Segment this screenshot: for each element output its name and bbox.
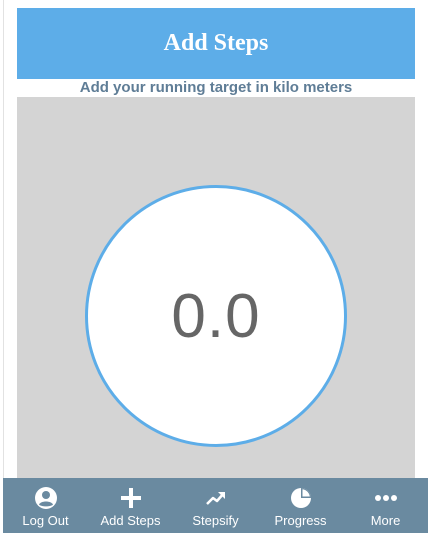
tab-progress[interactable]: Progress — [258, 478, 343, 533]
plus-icon — [119, 486, 143, 510]
tab-label: Log Out — [22, 513, 69, 528]
user-icon — [34, 486, 58, 510]
instruction-text: Add your running target in kilo meters — [79, 79, 353, 96]
left-divider — [3, 0, 4, 478]
target-panel: 0.0 — [17, 97, 415, 478]
more-icon — [374, 486, 398, 510]
tab-label: Stepsify — [192, 513, 239, 528]
target-value: 0.0 — [171, 281, 261, 351]
trending-up-icon — [204, 486, 228, 510]
tab-stepsify[interactable]: Stepsify — [173, 478, 258, 533]
page-header: Add Steps — [17, 8, 415, 79]
tab-label: More — [370, 513, 401, 528]
tab-more[interactable]: More — [343, 478, 428, 533]
target-dial[interactable]: 0.0 — [85, 185, 347, 447]
bottom-tab-bar: Log Out Add Steps Stepsify Progress More — [3, 478, 428, 533]
pie-chart-icon — [289, 486, 313, 510]
tab-label: Add Steps — [100, 513, 161, 528]
tab-label: Progress — [274, 513, 327, 528]
tab-log-out[interactable]: Log Out — [3, 478, 88, 533]
tab-add-steps[interactable]: Add Steps — [88, 478, 173, 533]
page-title: Add Steps — [163, 30, 269, 56]
